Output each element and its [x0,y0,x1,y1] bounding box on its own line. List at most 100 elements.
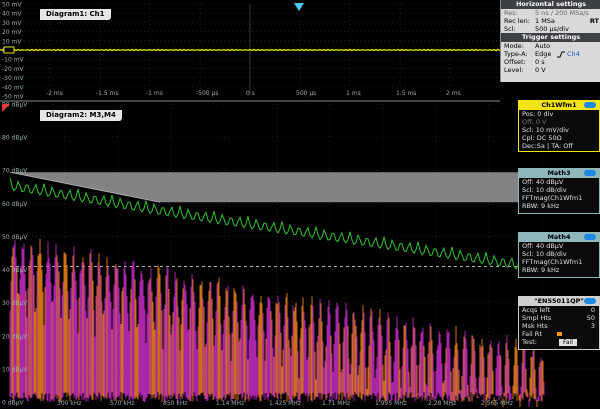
diagram1-y-tick-label: -40 mV [2,84,25,91]
rt-badge: RT [589,17,599,25]
math3-expr: FFTmag(Ch1Wfm1 [522,194,583,202]
diagram1-y-tick-label: 50 mV [2,2,22,9]
trigger-type-value: Edge [535,50,552,58]
mask-acqs-left-row: Acqs left 0 [519,306,599,314]
ch1-box-title[interactable]: Ch1Wfm1 [519,101,599,110]
diagram2-y-tick-label: 40 dBµV [2,267,28,274]
trigger-mode-value: Auto [535,42,551,50]
record-length-label: Rec len: [504,17,530,25]
math4-off: Off: 40 dBµV [522,242,564,250]
trigger-level-row[interactable]: Level: 0 V [501,66,600,74]
diagram2-x-tick-label: 1.995 MHz [375,400,407,407]
diagram1-y-tick-label: -50 mV [2,94,25,101]
diagram1-y-tick-label: 40 mV [2,11,22,18]
diagram1-title[interactable]: Diagram1: Ch1 [40,9,111,20]
horizontal-settings-title: Horizontal settings [501,0,600,9]
diagram2-y-tick-label: 20 dBµV [2,333,28,340]
math4-box-title-text: Math4 [547,233,571,241]
mask-msk-hits-label: Msk Hts [522,322,548,330]
record-length-row[interactable]: Rec len: 1 MSa RT [501,17,600,25]
math3-toggle-icon[interactable] [584,170,596,176]
diagram-marker-icon [2,104,10,112]
mask-acqs-left-value: 0 [590,306,595,314]
diagram2-x-tick-label: 570 kHz [110,400,135,407]
resolution-row[interactable]: Res: 5 ns / 200 MSa/s [501,9,600,17]
mask-box-title[interactable]: "EN55011QP" [519,297,599,306]
mask-acqs-left-label: Acqs left [522,306,551,314]
diagram2-x-tick-label: 1.14 MHz [216,400,244,407]
math4-scl: Scl: 10 dB/div [522,250,567,258]
diagram1-y-tick-label: 10 mV [2,38,22,45]
scale-row[interactable]: Scl: 500 µs/div [501,25,600,33]
trigger-level-value: 0 V [535,66,546,74]
diagram2-plot[interactable]: 90 dBµV80 dBµV70 dBµV60 dBµV50 dBµV40 dB… [0,102,600,409]
diagram2-y-tick-label: 50 dBµV [2,234,28,241]
horizontal-settings-panel[interactable]: Horizontal settings Res: 5 ns / 200 MSa/… [500,0,600,82]
ch1-toggle-icon[interactable] [584,102,596,108]
diagram1-x-tick-label: -2 ms [46,90,63,97]
diagram2-x-tick-label: 1.71 MHz [322,400,350,407]
diagram1-x-tick-label: 1 ms [346,90,361,97]
math3-box-title[interactable]: Math3 [519,169,599,178]
ch1-dec: Dec:Sa | TA: Off [522,142,573,150]
math3-spectrum-trace [9,238,545,409]
ch1-scl: Scl: 10 mV/div [522,126,569,134]
diagram2-x-tick-label: 850 kHz [163,400,188,407]
trigger-offset-value: 0 s [535,58,545,66]
diagram1-x-tick-label: -1 ms [146,90,163,97]
math4-signal-box[interactable]: Math4 Off: 40 dBµV Scl: 10 dB/div FFTmag… [518,232,600,278]
ch1-offset-marker-icon [3,46,15,54]
trigger-offset-row[interactable]: Offset: 0 s [501,58,600,66]
diagram2-y-tick-label: 60 dBµV [2,201,28,208]
diagram1-y-tick-label: 30 mV [2,20,22,27]
mask-smpl-hits-row: Smpl Hts 50 [519,314,599,322]
mask-test-row: Test: Fail [519,338,599,346]
ch1-cpl: Cpl: DC 50Ω [522,134,562,142]
mask-test-status: Fail [559,339,577,346]
diagram2-y-tick-label: 30 dBµV [2,300,28,307]
diagram2-title[interactable]: Diagram2: M3,M4 [40,110,122,121]
math4-expr: FFTmag(Ch1Wfm1 [522,258,583,266]
math4-rbw: RBW: 9 kHz [522,266,560,274]
trigger-mode-row[interactable]: Mode: Auto [501,42,600,50]
mask-msk-hits-value: 3 [590,322,595,330]
scale-value: 500 µs/div [535,25,569,33]
math3-scl: Scl: 10 dB/div [522,186,567,194]
mask-fail-rt-label: Fail Rt [522,330,542,338]
trigger-type-label: Type-A: [504,50,528,58]
record-length-value: 1 MSa [535,17,555,25]
math4-box-title[interactable]: Math4 [519,233,599,242]
mask-toggle-icon[interactable] [584,298,596,304]
trigger-source-value: Ch4 [567,50,580,58]
ch1-box-title-text: Ch1Wfm1 [541,101,577,109]
ch1-signal-box[interactable]: Ch1Wfm1 Pos: 0 div Off: 0 V Scl: 10 mV/d… [518,100,600,152]
math3-rbw: RBW: 9 kHz [522,202,560,210]
math3-box-title-text: Math3 [547,169,571,177]
diagram2-y-tick-label: 0 dBµV [2,400,24,407]
mask-msk-hits-row: Msk Hts 3 [519,322,599,330]
resolution-value: 5 ns / 200 MSa/s [535,9,589,17]
trigger-settings-title: Trigger settings [501,33,600,42]
mask-test-label: Test: [522,338,537,346]
trigger-position-marker-icon[interactable] [293,2,305,12]
trigger-level-label: Level: [504,66,524,74]
math3-signal-box[interactable]: Math3 Off: 40 dBµV Scl: 10 dB/div FFTmag… [518,168,600,214]
diagram1-x-tick-label: 1.5 ms [396,90,416,97]
trigger-type-row[interactable]: Type-A: Edge Ch4 [501,50,600,58]
diagram1-x-tick-label: 500 µs [296,90,316,97]
diagram1-y-tick-label: -30 mV [2,75,25,82]
math3-off: Off: 40 dBµV [522,178,564,186]
diagram2[interactable]: 90 dBµV 80 dBµV 70 dBµV 60 dBµV 50 dBµV 40 dB… [0,102,600,409]
diagram2-y-tick-label: 70 dBµV [2,168,28,175]
trigger-offset-label: Offset: [504,58,526,66]
mask-test-box[interactable]: "EN55011QP" Acqs left 0 Smpl Hts 50 Msk … [518,296,600,350]
resolution-label: Res: [504,9,518,17]
diagram1-x-tick-label: -500 µs [196,90,218,97]
diagram1-x-tick-label: 2 ms [446,90,461,97]
diagram2-y-tick-label: 10 dBµV [2,366,28,373]
math4-toggle-icon[interactable] [584,234,596,240]
diagram1-y-tick-label: -20 mV [2,66,25,73]
diagram2-x-tick-label: 300 kHz [57,400,82,407]
mask-fail-indicator-icon [557,332,562,336]
diagram2-x-tick-label: 1.425 MHz [269,400,301,407]
